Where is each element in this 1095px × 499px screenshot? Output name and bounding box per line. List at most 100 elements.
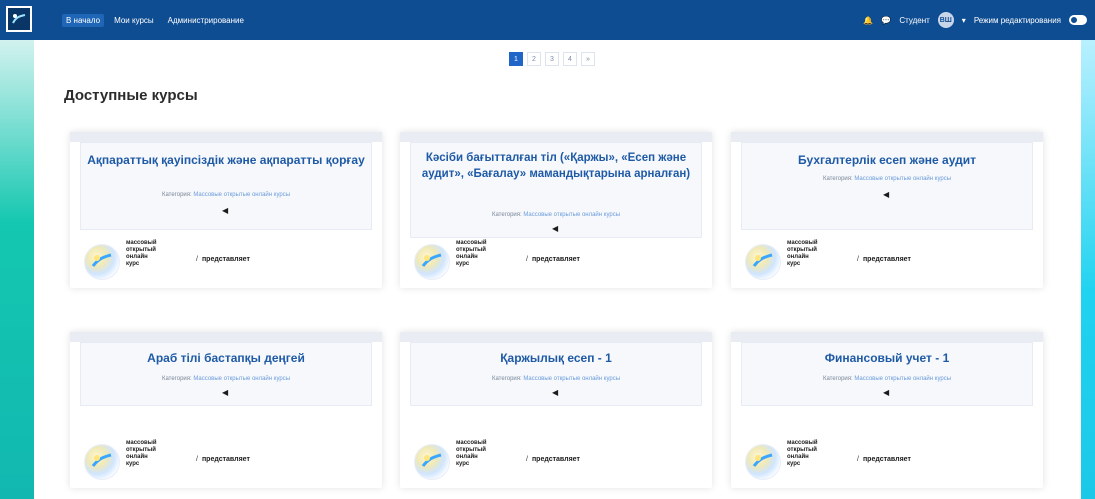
page-title: Доступные курсы — [64, 87, 198, 104]
notifications-bell-icon[interactable]: 🔔 — [863, 16, 873, 25]
course-category: Категория: Массовые открытые онлайн курс… — [745, 176, 1029, 182]
edit-mode-toggle[interactable] — [1069, 15, 1087, 25]
course-card[interactable]: Финансовый учет - 1 Категория: Массовые … — [731, 332, 1043, 488]
course-card[interactable]: Ақпараттық қауіпсіздік және ақпаратты қо… — [70, 132, 382, 288]
mooc-line: онлайн — [456, 254, 478, 260]
mooc-line: массовый — [787, 240, 818, 246]
category-link[interactable]: Массовые открытые онлайн курсы — [523, 376, 620, 382]
next-page-button[interactable]: » — [581, 52, 595, 66]
mooc-logo-icon — [414, 244, 450, 280]
nav-link-home[interactable]: В начало — [62, 13, 105, 27]
page-1-button[interactable]: 1 — [509, 52, 523, 66]
mooc-line: открытый — [456, 447, 486, 453]
mooc-text: массовый открытый онлайн курс — [787, 440, 818, 468]
mooc-line: курс — [126, 261, 140, 267]
user-menu: 🔔 💬 Студент ВШ ▾ Режим редактирования — [863, 0, 1087, 40]
card-top-bar — [70, 332, 382, 342]
speaker-icon[interactable]: ◀ — [222, 388, 228, 397]
category-link[interactable]: Массовые открытые онлайн курсы — [523, 212, 620, 218]
mooc-line: курс — [456, 461, 470, 467]
course-card[interactable]: Кәсіби бағытталған тіл («Қаржы», «Есеп ж… — [400, 132, 712, 288]
page-3-button[interactable]: 3 — [545, 52, 559, 66]
presenter-text: представляет — [196, 456, 250, 463]
course-category: Категория: Массовые открытые онлайн курс… — [414, 376, 698, 382]
mooc-line: массовый — [456, 440, 487, 446]
speaker-icon[interactable]: ◀ — [222, 206, 228, 215]
category-label: Категория: — [822, 176, 853, 182]
mooc-line: массовый — [787, 440, 818, 446]
category-label: Категория: — [491, 212, 522, 218]
category-label: Категория: — [161, 376, 192, 382]
right-decorative-stripe — [1081, 40, 1095, 499]
course-title[interactable]: Финансовый учет - 1 — [745, 350, 1029, 366]
course-category: Категория: Массовые открытые онлайн курс… — [745, 376, 1029, 382]
primary-navigation: В начало Мои курсы Администрирование — [62, 0, 248, 40]
course-card[interactable]: Қаржылық есеп - 1 Категория: Массовые от… — [400, 332, 712, 488]
category-link[interactable]: Массовые открытые онлайн курсы — [854, 376, 951, 382]
page-2-button[interactable]: 2 — [527, 52, 541, 66]
card-footer: массовый открытый онлайн курс представля… — [414, 438, 698, 480]
category-link[interactable]: Массовые открытые онлайн курсы — [854, 176, 951, 182]
user-name[interactable]: Студент — [899, 16, 929, 25]
mooc-line: онлайн — [787, 454, 809, 460]
mooc-text: массовый открытый онлайн курс — [456, 440, 487, 468]
course-title[interactable]: Ақпараттық қауіпсіздік және ақпаратты қо… — [84, 152, 368, 168]
category-link[interactable]: Массовые открытые онлайн курсы — [193, 192, 290, 198]
mooc-line: массовый — [456, 240, 487, 246]
mooc-line: онлайн — [787, 254, 809, 260]
course-title[interactable]: Бухгалтерлік есеп және аудит — [745, 152, 1029, 168]
mooc-text: массовый открытый онлайн курс — [126, 440, 157, 468]
mooc-line: открытый — [787, 247, 817, 253]
presenter-text: представляет — [196, 256, 250, 263]
main-content: 1 2 3 4 » Доступные курсы Ақпараттық қау… — [34, 40, 1081, 499]
course-title[interactable]: Қаржылық есеп - 1 — [414, 350, 698, 366]
mooc-logo-icon — [745, 244, 781, 280]
category-label: Категория: — [491, 376, 522, 382]
speaker-icon[interactable]: ◀ — [552, 224, 558, 233]
mooc-text: массовый открытый онлайн курс — [456, 240, 487, 268]
nav-link-my-courses[interactable]: Мои курсы — [110, 14, 158, 27]
mooc-logo-icon — [414, 444, 450, 480]
mooc-line: массовый — [126, 240, 157, 246]
card-footer: массовый открытый онлайн курс представля… — [745, 438, 1029, 480]
presenter-text: представляет — [526, 256, 580, 263]
presenter-text: представляет — [857, 456, 911, 463]
mooc-line: курс — [787, 461, 801, 467]
course-card[interactable]: Бухгалтерлік есеп және аудит Категория: … — [731, 132, 1043, 288]
course-title[interactable]: Араб тілі бастапқы деңгей — [84, 350, 368, 366]
course-card[interactable]: Араб тілі бастапқы деңгей Категория: Мас… — [70, 332, 382, 488]
logo-icon[interactable] — [6, 6, 32, 32]
page-4-button[interactable]: 4 — [563, 52, 577, 66]
avatar[interactable]: ВШ — [937, 12, 954, 28]
category-label: Категория: — [822, 376, 853, 382]
card-footer: массовый открытый онлайн курс представля… — [414, 238, 698, 280]
mooc-line: онлайн — [126, 454, 148, 460]
nav-link-administration[interactable]: Администрирование — [164, 14, 248, 27]
mooc-line: курс — [126, 461, 140, 467]
mooc-line: курс — [456, 261, 470, 267]
presenter-text: представляет — [857, 256, 911, 263]
mooc-logo-icon — [84, 244, 120, 280]
messages-chat-icon[interactable]: 💬 — [881, 16, 891, 25]
speaker-icon[interactable]: ◀ — [552, 388, 558, 397]
card-top-bar — [400, 332, 712, 342]
category-link[interactable]: Массовые открытые онлайн курсы — [193, 376, 290, 382]
speaker-icon[interactable]: ◀ — [883, 388, 889, 397]
mooc-logo-icon — [84, 444, 120, 480]
card-footer: массовый открытый онлайн курс представля… — [84, 438, 368, 480]
dropdown-chevron-icon[interactable]: ▾ — [962, 16, 966, 25]
presenter-text: представляет — [526, 456, 580, 463]
course-title[interactable]: Кәсіби бағытталған тіл («Қаржы», «Есеп ж… — [414, 150, 698, 182]
course-category: Категория: Массовые открытые онлайн курс… — [84, 192, 368, 198]
mooc-line: онлайн — [456, 454, 478, 460]
pagination: 1 2 3 4 » — [509, 52, 595, 66]
mooc-text: массовый открытый онлайн курс — [787, 240, 818, 268]
card-footer: массовый открытый онлайн курс представля… — [745, 238, 1029, 280]
mooc-line: открытый — [126, 447, 156, 453]
speaker-icon[interactable]: ◀ — [883, 190, 889, 199]
course-category: Категория: Массовые открытые онлайн курс… — [414, 212, 698, 218]
course-category: Категория: Массовые открытые онлайн курс… — [84, 376, 368, 382]
card-top-bar — [400, 132, 712, 142]
category-label: Категория: — [161, 192, 192, 198]
mooc-line: открытый — [456, 247, 486, 253]
